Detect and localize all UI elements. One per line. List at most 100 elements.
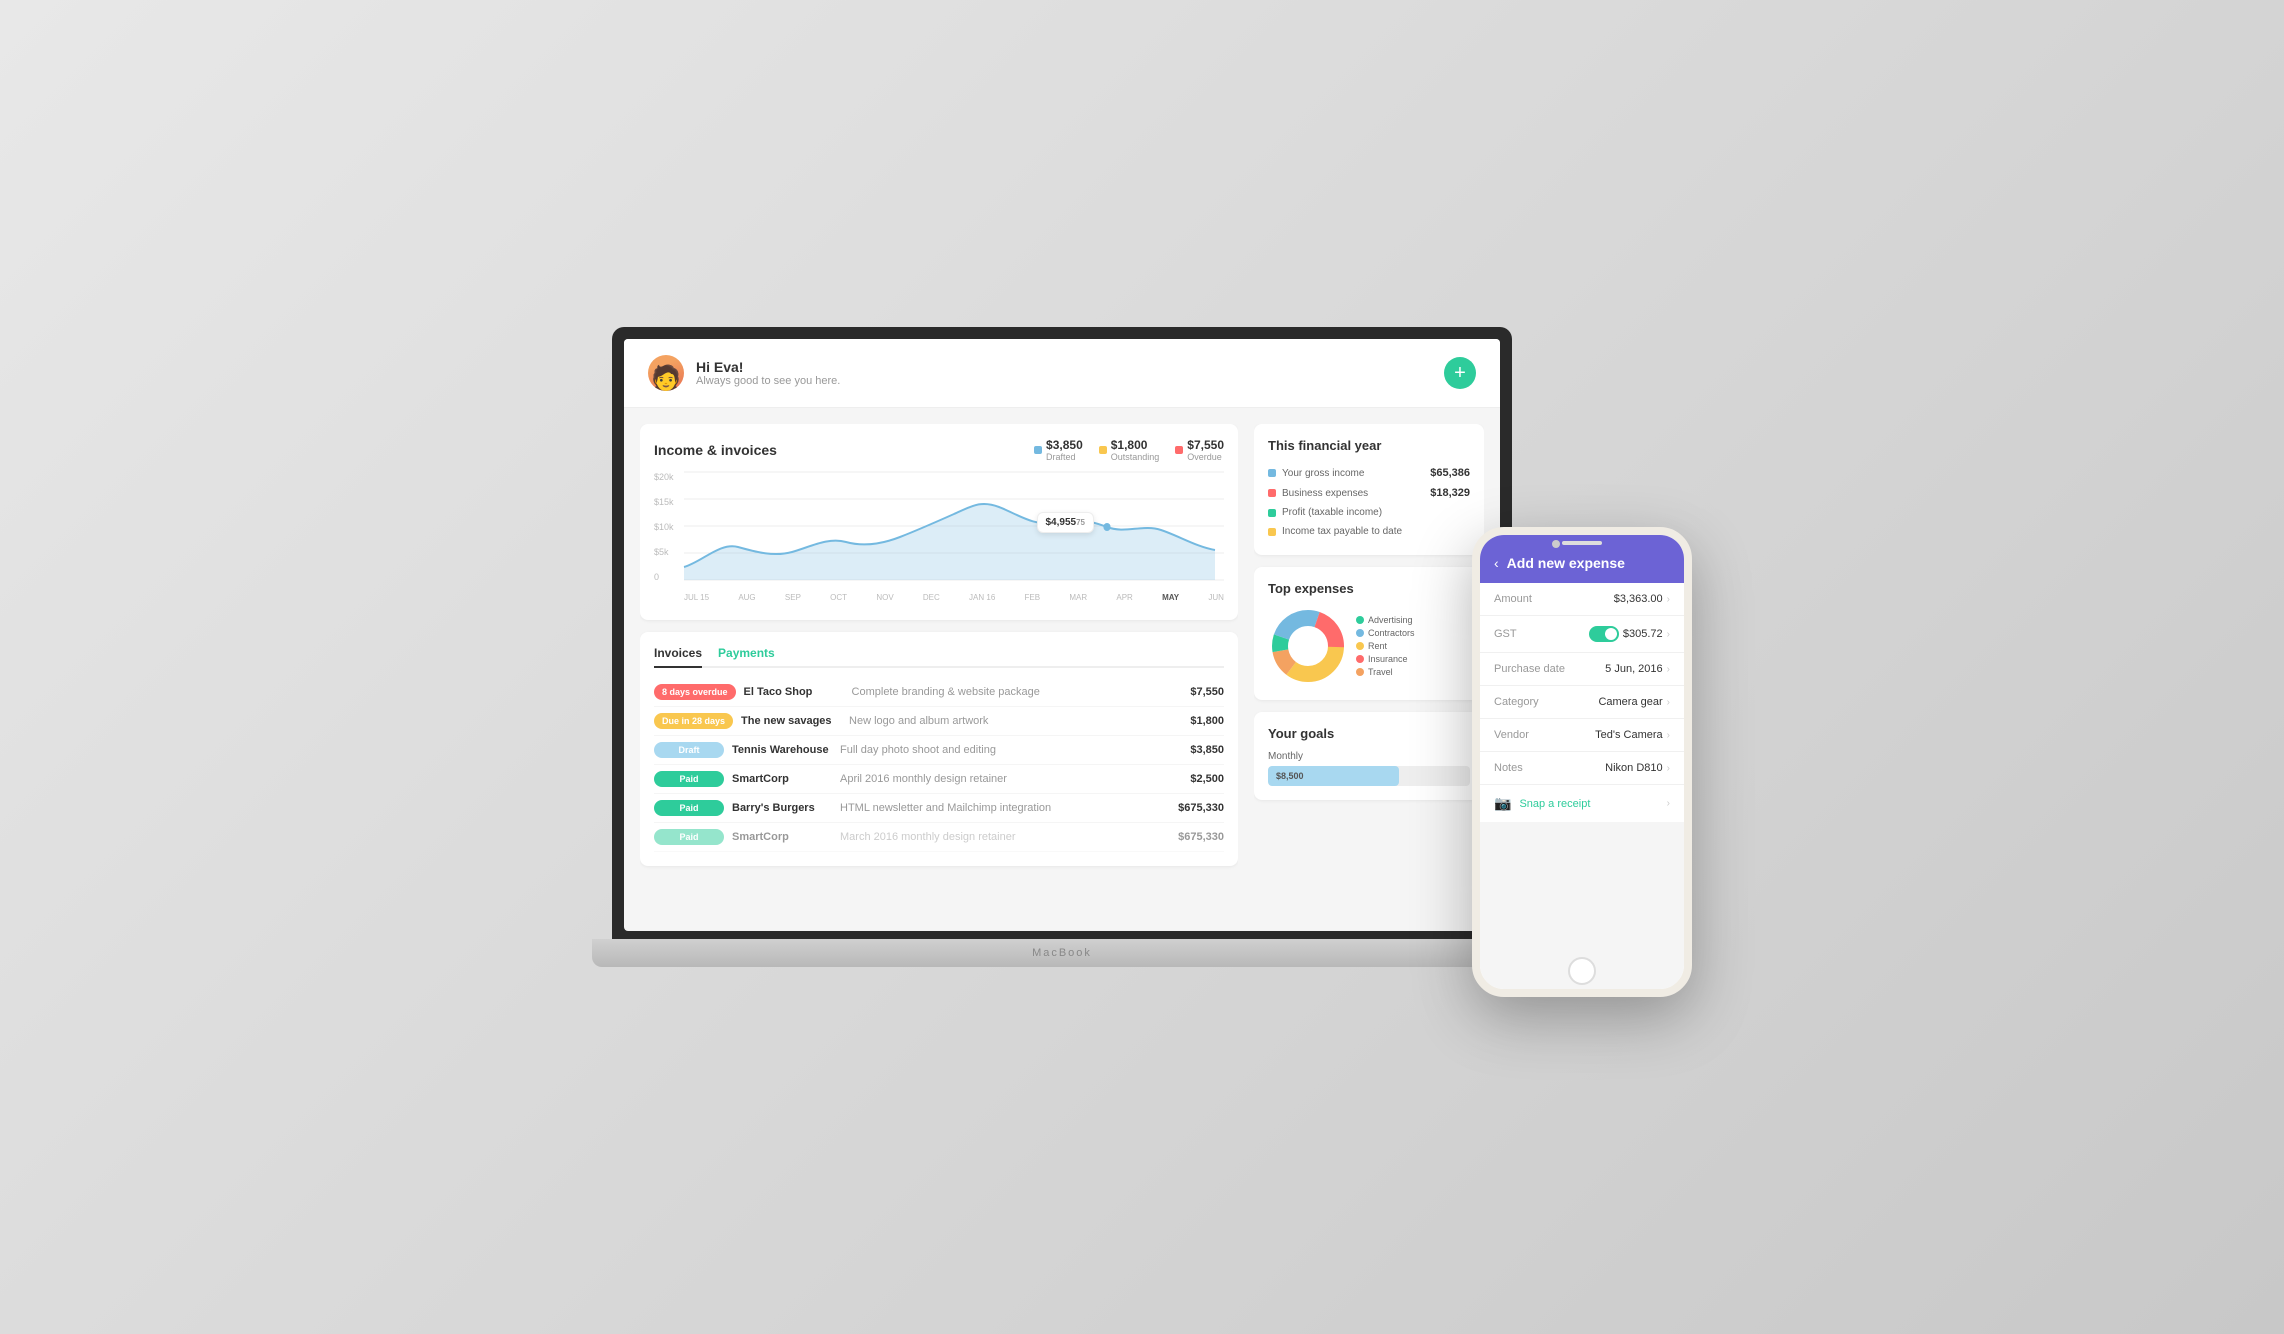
expense-value-notes: Nikon D810 › [1605,762,1670,774]
x-aug: AUG [738,593,755,602]
chart-tooltip-dot [1103,523,1110,531]
expense-value-category: Camera gear › [1598,696,1670,708]
expense-row-vendor[interactable]: Vendor Ted's Camera › [1480,719,1684,752]
x-dec: DEC [923,593,940,602]
tooltip-suffix: 75 [1076,518,1085,527]
chevron-snap: › [1667,798,1670,809]
y-label-5k: $5k [654,547,682,557]
donut-section: Advertising Contractors Rent [1268,606,1470,686]
badge-paid-5: Paid [654,829,724,845]
expense-row-date[interactable]: Purchase date 5 Jun, 2016 › [1480,653,1684,686]
badge-paid-3: Paid [654,771,724,787]
expense-row-amount[interactable]: Amount $3,363.00 › [1480,583,1684,616]
donut-legend-advertising: Advertising [1356,615,1415,625]
financial-row-profit: Profit (taxable income) [1268,503,1470,522]
financial-year-title: This financial year [1268,438,1470,453]
x-jun: JUN [1208,593,1224,602]
y-label-10k: $10k [654,522,682,532]
left-panel: Income & invoices $3,850 Drafted [640,424,1238,914]
financial-row-gross: Your gross income $65,386 [1268,463,1470,483]
x-oct: OCT [830,593,847,602]
phone-header-title: Add new expense [1507,555,1625,571]
legend-item-overdue: $7,550 Overdue [1175,438,1224,462]
row-amount-4: $675,330 [1178,802,1224,814]
badge-draft: Draft [654,742,724,758]
x-nov: NOV [876,593,893,602]
expense-value-vendor: Ted's Camera › [1595,729,1670,741]
legend-overdue-text: $7,550 Overdue [1187,438,1224,462]
macbook: 🧑 Hi Eva! Always good to see you here. + [592,327,1532,967]
snap-receipt-label: Snap a receipt [1519,798,1590,810]
snap-receipt-row[interactable]: 📷 Snap a receipt › [1480,785,1684,822]
financial-row-tax-left: Income tax payable to date [1268,526,1402,537]
legend-outstanding-label: Outstanding [1111,452,1160,462]
gst-toggle[interactable] [1589,626,1619,642]
legend-dot-drafted [1034,446,1042,454]
tab-invoices[interactable]: Invoices [654,646,702,668]
chevron-vendor: › [1667,730,1670,741]
chart-y-labels: $20k $15k $10k $5k 0 [654,472,682,582]
tooltip-value: $4,955 [1046,517,1077,528]
expense-value-amount: $3,363.00 › [1614,593,1670,605]
donut-dot-advertising [1356,616,1364,624]
table-row: Paid Barry's Burgers HTML newsletter and… [654,794,1224,823]
add-button[interactable]: + [1444,357,1476,389]
chart-plot: $4,95575 [684,472,1224,582]
legend-item-drafted: $3,850 Drafted [1034,438,1083,462]
goals-title: Your goals [1268,726,1470,741]
donut-dot-insurance [1356,655,1364,663]
fin-dot-tax [1268,528,1276,536]
greeting-text: Hi Eva! Always good to see you here. [696,359,840,387]
expense-label-notes: Notes [1494,762,1523,774]
fin-label-expenses: Business expenses [1282,488,1368,499]
expense-row-category[interactable]: Category Camera gear › [1480,686,1684,719]
app-content: Income & invoices $3,850 Drafted [624,408,1500,930]
financial-year-rows: Your gross income $65,386 Business expen… [1268,463,1470,541]
x-jul: JUL 15 [684,593,709,602]
right-panel: This financial year Your gross income $6… [1254,424,1484,914]
expense-value-gst: $305.72 › [1589,626,1670,642]
notes-value: Nikon D810 [1605,762,1662,774]
goals-bar-label: $8,500 [1276,771,1304,781]
date-value: 5 Jun, 2016 [1605,663,1663,675]
badge-paid-4: Paid [654,800,724,816]
legend-item-outstanding: $1,800 Outstanding [1099,438,1160,462]
top-expenses-title: Top expenses [1268,581,1470,596]
phone-camera-dot [1552,540,1560,548]
chevron-notes: › [1667,763,1670,774]
phone-back-button[interactable]: ‹ [1494,555,1499,571]
row-client-3: SmartCorp [732,773,832,785]
donut-label-advertising: Advertising [1368,615,1413,625]
expense-row-notes[interactable]: Notes Nikon D810 › [1480,752,1684,785]
category-value: Camera gear [1598,696,1662,708]
chart-legend: $3,850 Drafted $1,800 Outstanding [1034,438,1224,462]
financial-row-tax: Income tax payable to date [1268,522,1470,541]
row-desc-4: HTML newsletter and Mailchimp integratio… [840,802,1170,814]
table-row: Draft Tennis Warehouse Full day photo sh… [654,736,1224,765]
legend-overdue-label: Overdue [1187,452,1224,462]
vendor-value: Ted's Camera [1595,729,1663,741]
row-client-1: The new savages [741,715,841,727]
legend-dot-overdue [1175,446,1183,454]
phone-home-button[interactable] [1568,957,1596,985]
expense-label-date: Purchase date [1494,663,1565,675]
financial-year-card: This financial year Your gross income $6… [1254,424,1484,555]
row-amount-1: $1,800 [1190,715,1224,727]
expense-row-gst[interactable]: GST $305.72 › [1480,616,1684,653]
donut-legend: Advertising Contractors Rent [1356,615,1415,677]
donut-legend-insurance: Insurance [1356,654,1415,664]
goals-card: Your goals Monthly $8,500 [1254,712,1484,800]
row-desc-2: Full day photo shoot and editing [840,744,1182,756]
x-mar: MAR [1069,593,1087,602]
x-apr: APR [1116,593,1132,602]
donut-label-rent: Rent [1368,641,1387,651]
table-row: Paid SmartCorp April 2016 monthly design… [654,765,1224,794]
donut-label-insurance: Insurance [1368,654,1408,664]
row-client-4: Barry's Burgers [732,802,832,814]
row-amount-5: $675,330 [1178,831,1224,843]
legend-overdue-amount: $7,550 [1187,438,1224,452]
donut-dot-contractors [1356,629,1364,637]
tab-payments[interactable]: Payments [718,646,775,668]
fin-dot-gross [1268,469,1276,477]
expense-value-date: 5 Jun, 2016 › [1605,663,1670,675]
